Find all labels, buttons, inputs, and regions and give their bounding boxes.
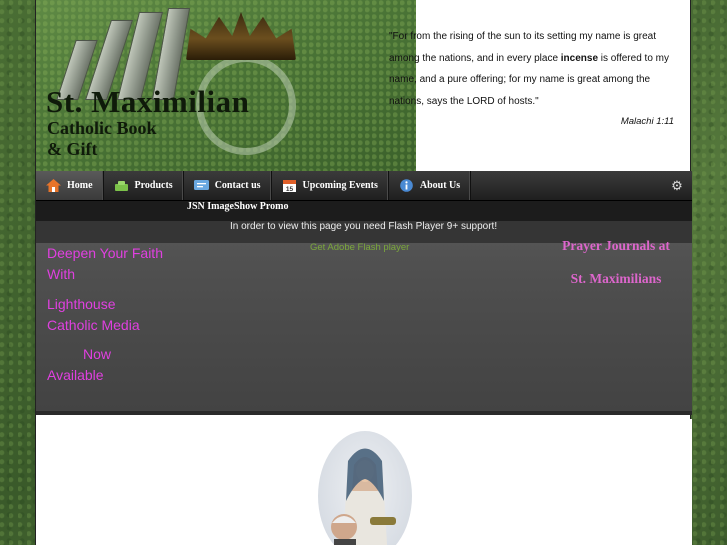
- nav-label: Contact us: [214, 180, 261, 191]
- get-flash-link[interactable]: Get Adobe Flash player: [310, 242, 409, 253]
- nav-label: Upcoming Events: [302, 180, 378, 191]
- banner-top-band: [36, 201, 692, 221]
- home-icon: [46, 179, 61, 192]
- info-icon: [399, 179, 414, 192]
- promo-banner: JSN ImageShow Promo In order to view thi…: [36, 201, 692, 415]
- deepen-line: Available: [47, 367, 104, 384]
- logo-title: St. Maximilian: [46, 84, 250, 119]
- nav-item-products[interactable]: Products: [104, 171, 184, 200]
- deepen-line: Catholic Media: [47, 316, 140, 333]
- site-logo[interactable]: St. Maximilian Catholic Book & Gift: [36, 0, 416, 171]
- journals-line: St. Maximilians: [570, 271, 662, 286]
- page-container: St. Maximilian Catholic Book & Gift "For…: [35, 0, 692, 545]
- journals-line: Prayer Journals at: [562, 238, 670, 253]
- deepen-line: Deepen Your Faith: [47, 245, 163, 261]
- deepen-faith-text: Deepen Your Faith With Lighthouse Cathol…: [47, 243, 182, 387]
- header: St. Maximilian Catholic Book & Gift "For…: [36, 0, 692, 171]
- deepen-line: Lighthouse: [47, 295, 116, 312]
- gear-icon[interactable]: ⚙: [662, 171, 692, 200]
- nav-label: Products: [134, 180, 173, 191]
- products-icon: [114, 179, 129, 192]
- promo-title: JSN ImageShow Promo: [187, 201, 289, 212]
- main-content: [36, 419, 692, 545]
- deepen-line: Now: [83, 346, 112, 363]
- scripture-quote: "For from the rising of the sun to its s…: [389, 26, 679, 112]
- logo-subtitle-line1: Catholic Book: [47, 118, 157, 138]
- prayer-journals-text: Prayer Journals at St. Maximilians: [546, 229, 686, 295]
- nav-item-home[interactable]: Home: [36, 171, 104, 200]
- calendar-icon: 15: [282, 179, 297, 193]
- flash-required-message: In order to view this page you need Flas…: [230, 221, 498, 232]
- nav-label: Home: [67, 180, 93, 191]
- nav-item-events[interactable]: 15 Upcoming Events: [272, 171, 389, 200]
- main-nav: Home Products Contact us 15 Upcoming Eve…: [36, 171, 692, 201]
- nav-item-about[interactable]: About Us: [389, 171, 472, 200]
- svg-text:15: 15: [285, 186, 293, 192]
- nav-item-contact[interactable]: Contact us: [184, 171, 272, 200]
- saint-image: [318, 431, 412, 545]
- quote-emphasis: incense: [560, 52, 599, 64]
- quote-reference: Malachi 1:11: [620, 116, 674, 127]
- contact-icon: [193, 179, 209, 192]
- nav-label: About Us: [419, 180, 461, 191]
- crown-icon: [186, 12, 296, 60]
- deepen-line: With: [47, 266, 75, 283]
- logo-subtitle-line2: & Gift: [47, 139, 98, 159]
